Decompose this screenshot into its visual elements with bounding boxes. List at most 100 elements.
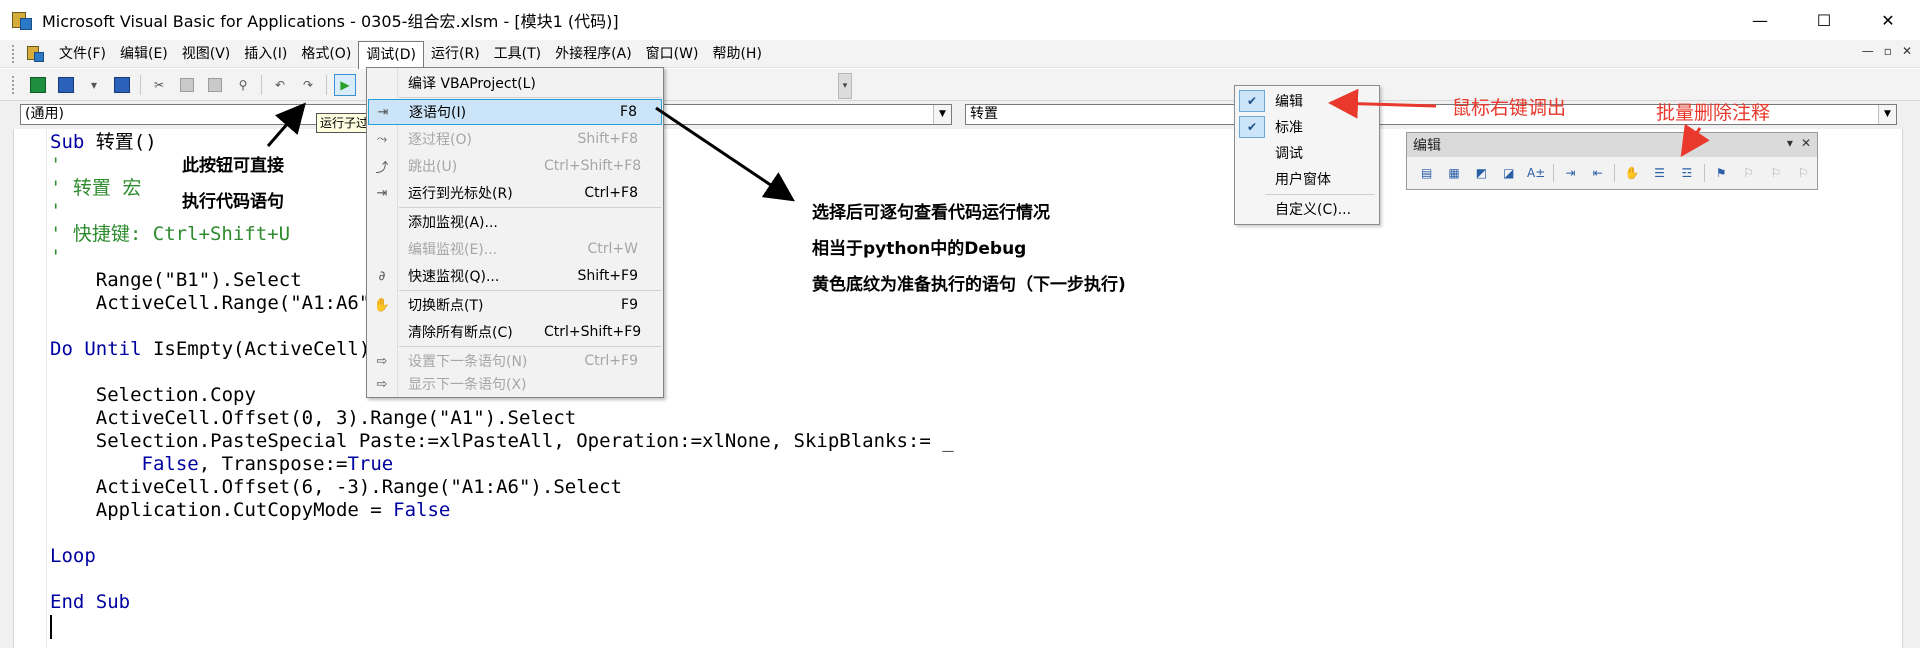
ctx-item-customize[interactable]: 自定义(C)... xyxy=(1235,196,1379,222)
menu-view[interactable]: 视图(V) xyxy=(175,41,238,67)
ctx-item-standard[interactable]: ✔ 标准 xyxy=(1235,114,1379,140)
toolbar-options-icon[interactable]: ▾ xyxy=(1787,136,1793,150)
menu-file[interactable]: 文件(F) xyxy=(52,41,113,67)
left-margin-bar[interactable] xyxy=(0,129,14,648)
bookmark-icon: ⚑ xyxy=(1715,166,1727,180)
find-button[interactable]: ⚲ xyxy=(232,74,254,96)
indicator-gutter[interactable] xyxy=(15,129,47,648)
menu-separator xyxy=(399,97,661,98)
code-window-header: (通用) ▼ 转置 ▼ xyxy=(0,101,1920,129)
previous-bookmark-button[interactable]: ⚐ xyxy=(1765,162,1786,184)
menu-item-clear-breakpoints[interactable]: 清除所有断点(C) Ctrl+Shift+F9 xyxy=(368,319,662,345)
vba-menu-icon[interactable] xyxy=(24,43,46,65)
doc-minimize-button[interactable]: — xyxy=(1862,44,1874,58)
menu-run[interactable]: 运行(R) xyxy=(424,41,487,67)
save-icon xyxy=(114,76,130,93)
menu-debug[interactable]: 调试(D) xyxy=(358,40,425,69)
chevron-down-icon[interactable]: ▼ xyxy=(933,105,951,124)
parameter-info-button[interactable]: ◪ xyxy=(1498,162,1519,184)
code-line[interactable]: Loop xyxy=(50,545,96,568)
complete-word-button[interactable]: A± xyxy=(1525,162,1546,184)
code-line[interactable]: Sub 转置() xyxy=(50,131,157,154)
menu-item-show-next-statement[interactable]: ⇨ 显示下一条语句(X) xyxy=(368,371,662,397)
ctx-item-debug[interactable]: 调试 xyxy=(1235,140,1379,166)
chevron-down-icon[interactable]: ▼ xyxy=(1878,105,1896,124)
edit-toolbar-title: 编辑 xyxy=(1413,138,1441,154)
undo-button[interactable]: ↶ xyxy=(269,74,291,96)
view-excel-button[interactable] xyxy=(27,74,49,96)
code-line[interactable]: Application.CutCopyMode = False xyxy=(50,499,451,522)
code-line[interactable]: ' xyxy=(50,154,61,177)
code-line[interactable]: Selection.PasteSpecial Paste:=xlPasteAll… xyxy=(50,430,954,453)
menu-item-toggle-breakpoint[interactable]: ✋ 切换断点(T) F9 xyxy=(368,292,662,318)
toggle-bookmark-button[interactable]: ⚑ xyxy=(1711,162,1732,184)
insert-dropdown-button[interactable]: ▾ xyxy=(83,74,105,96)
menu-item-compile[interactable]: 编译 VBAProject(L) xyxy=(368,70,662,96)
menu-item-add-watch[interactable]: 添加监视(A)... xyxy=(368,209,662,235)
run-sub-button[interactable]: ▶ xyxy=(334,73,356,96)
menu-item-step-over[interactable]: ⤳ 逐过程(O) Shift+F8 xyxy=(368,126,662,152)
next-bookmark-button[interactable]: ⚐ xyxy=(1738,162,1759,184)
toolbar-overflow-button[interactable]: ▾ xyxy=(838,73,852,99)
toggle-breakpoint-button[interactable]: ✋ xyxy=(1621,162,1642,184)
code-line[interactable]: ActiveCell.Offset(0, 3).Range("A1").Sele… xyxy=(50,407,576,430)
menu-help[interactable]: 帮助(H) xyxy=(705,41,768,67)
edit-toolbar[interactable]: 编辑 ▾ ✕ ▤ ▦ ◩ ◪ A± ⇥ ⇤ ✋ ☰ ☲ ⚑ ⚐ ⚐ ⚐ xyxy=(1406,132,1818,190)
comment-block-button[interactable]: ☰ xyxy=(1649,162,1670,184)
insert-object-button[interactable] xyxy=(55,74,77,96)
minimize-button[interactable]: — xyxy=(1728,0,1792,40)
menu-item-step-out[interactable]: ⤴ 跳出(U) Ctrl+Shift+F8 xyxy=(368,153,662,179)
menu-edit[interactable]: 编辑(E) xyxy=(113,41,175,67)
code-line[interactable]: ' xyxy=(50,200,61,223)
menu-addins[interactable]: 外接程序(A) xyxy=(548,41,639,67)
menu-format[interactable]: 格式(O) xyxy=(294,41,358,67)
clear-bookmarks-button[interactable]: ⚐ xyxy=(1793,162,1814,184)
menu-item-run-to-cursor[interactable]: ⇥ 运行到光标处(R) Ctrl+F8 xyxy=(368,180,662,206)
paste-button[interactable] xyxy=(204,74,226,96)
menu-item-quick-watch[interactable]: ∂ 快速监视(Q)... Shift+F9 xyxy=(368,263,662,289)
menu-item-edit-watch[interactable]: 编辑监视(E)... Ctrl+W xyxy=(368,236,662,262)
redo-button[interactable]: ↷ xyxy=(297,74,319,96)
maximize-button[interactable]: ☐ xyxy=(1792,0,1856,40)
code-keyword: Do Until xyxy=(50,338,142,360)
doc-restore-button[interactable]: ▫ xyxy=(1884,44,1892,58)
list-constants-button[interactable]: ▦ xyxy=(1443,162,1464,184)
uncomment-block-button[interactable]: ☲ xyxy=(1676,162,1697,184)
copy-button[interactable] xyxy=(176,74,198,96)
code-line[interactable]: ActiveCell.Offset(6, -3).Range("A1:A6").… xyxy=(50,476,622,499)
code-line[interactable]: ' 快捷键: Ctrl+Shift+U xyxy=(50,223,290,246)
menubar-grip[interactable] xyxy=(12,44,18,63)
vertical-scrollbar[interactable] xyxy=(1902,129,1920,648)
menu-item-label: 快速监视(Q)... xyxy=(408,269,500,285)
complete-word-icon: A± xyxy=(1526,166,1546,180)
code-line[interactable]: Do Until IsEmpty(ActiveCell) xyxy=(50,338,370,361)
text-caret xyxy=(50,615,52,639)
indent-button[interactable]: ⇥ xyxy=(1560,162,1581,184)
doc-close-button[interactable]: ✕ xyxy=(1902,44,1912,58)
close-button[interactable]: ✕ xyxy=(1856,0,1920,40)
code-line[interactable]: ' xyxy=(50,246,61,269)
menu-window[interactable]: 窗口(W) xyxy=(639,41,706,67)
menu-tools[interactable]: 工具(T) xyxy=(487,41,548,67)
menu-item-step-into[interactable]: ⇥ 逐语句(I) F8 xyxy=(368,99,662,125)
save-button[interactable] xyxy=(111,74,133,96)
cut-button[interactable]: ✂ xyxy=(148,74,170,96)
code-text: Selection.Copy xyxy=(50,384,256,406)
menu-separator xyxy=(399,290,661,291)
indent-icon: ⇥ xyxy=(1565,166,1576,180)
close-icon[interactable]: ✕ xyxy=(1801,136,1811,150)
code-text: IsEmpty(ActiveCell) xyxy=(141,338,371,360)
quick-info-button[interactable]: ◩ xyxy=(1471,162,1492,184)
ctx-item-edit[interactable]: ✔ 编辑 xyxy=(1235,88,1379,114)
code-line[interactable]: False, Transpose:=True xyxy=(50,453,394,476)
code-line[interactable]: Selection.Copy xyxy=(50,384,256,407)
code-line[interactable]: ' 转置 宏 xyxy=(50,177,141,200)
code-line[interactable]: Range("B1").Select xyxy=(50,269,302,292)
list-properties-button[interactable]: ▤ xyxy=(1416,162,1437,184)
ctx-item-userform[interactable]: 用户窗体 xyxy=(1235,166,1379,192)
toolbar-grip[interactable] xyxy=(12,75,18,94)
code-line[interactable]: End Sub xyxy=(50,591,130,614)
edit-toolbar-titlebar[interactable]: 编辑 ▾ ✕ xyxy=(1407,133,1817,157)
menu-insert[interactable]: 插入(I) xyxy=(237,41,294,67)
outdent-button[interactable]: ⇤ xyxy=(1587,162,1608,184)
